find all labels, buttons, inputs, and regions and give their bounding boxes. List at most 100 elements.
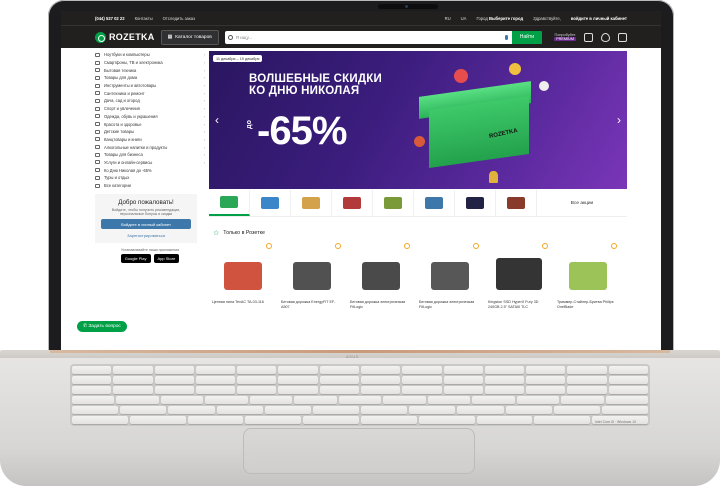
sidebar-item[interactable]: Дача, сад и огород › — [95, 97, 205, 105]
key — [303, 416, 359, 424]
key — [476, 416, 533, 424]
catalog-button[interactable]: ▦ Каталог товаров — [160, 29, 219, 45]
lang-ru[interactable]: RU — [445, 16, 451, 21]
product-image[interactable] — [354, 252, 408, 294]
sidebar-item[interactable]: Все категории — [95, 182, 205, 190]
key — [237, 386, 277, 394]
product-name[interactable]: Kingston SSD HyperX Fury 3D 240GB 2.5" S… — [488, 300, 550, 309]
key — [567, 386, 607, 394]
search-input[interactable]: Я ищу... Найти — [224, 30, 543, 44]
login-link[interactable]: войдите в личный кабинет — [571, 16, 627, 21]
banner-thumbnail[interactable] — [414, 190, 455, 216]
sidebar-item[interactable]: Спорт и увлечения › — [95, 105, 205, 113]
banner-prev-arrow[interactable]: ‹ — [215, 113, 219, 127]
product-image[interactable] — [423, 252, 477, 294]
product-card[interactable]: Цепная пила TexAC TA-03-116 — [209, 241, 277, 316]
product-image[interactable] — [492, 252, 546, 294]
sidebar-item[interactable]: Товары для бизнеса › — [95, 151, 205, 159]
search-icon — [227, 34, 233, 40]
category-icon — [95, 160, 100, 165]
keyboard-row — [72, 386, 648, 394]
sidebar-item[interactable]: Смартфоны, ТВ и электроника › — [95, 59, 205, 67]
sidebar-item-label: Услуги и онлайн-сервисы — [104, 159, 153, 165]
sidebar-item-label: Ноутбуки и компьютеры — [104, 52, 150, 58]
banner-thumbnails: Все акции — [209, 190, 627, 217]
key — [278, 386, 318, 394]
sidebar-item[interactable]: Канцтовары и книги › — [95, 136, 205, 144]
favorite-icon[interactable] — [473, 243, 479, 249]
ask-question-button[interactable]: ✆ Задать вопрос — [77, 321, 127, 332]
category-icon — [95, 75, 100, 80]
city-select[interactable]: Выберите город — [489, 16, 523, 21]
phone-number[interactable]: (044) 537 02 22 — [95, 16, 125, 21]
banner-thumbnail[interactable] — [455, 190, 496, 216]
premium-badge[interactable]: Попробуйте PREMIUM — [554, 33, 576, 41]
key — [409, 406, 456, 414]
app-store-button[interactable]: App Store — [153, 254, 180, 264]
lang-ua[interactable]: UA — [461, 16, 467, 21]
product-card[interactable]: Беговая дорожка электрическая FitLogic — [416, 241, 484, 316]
thumbnail-row — [209, 190, 537, 216]
product-name[interactable]: Беговая дорожка электрическая FitLogic — [350, 300, 412, 309]
sidebar-item[interactable]: Туры и отдых — [95, 174, 205, 182]
favorite-icon[interactable] — [404, 243, 410, 249]
banner-line2: КО ДНЮ НИКОЛАЯ — [249, 85, 360, 97]
sidebar-item-label: Ко Дню Николая до -65% — [104, 167, 152, 173]
key — [457, 406, 504, 414]
register-link[interactable]: Зарегистрироваться — [101, 233, 191, 238]
product-name[interactable]: Триммер-Стайлер-Бритва Philips OneBlade — [557, 300, 619, 309]
product-image[interactable] — [561, 252, 615, 294]
compare-icon[interactable] — [584, 32, 593, 42]
sidebar-item-label: Сантехника и ремонт — [104, 90, 145, 96]
banner-thumbnail[interactable] — [209, 190, 250, 216]
key — [608, 386, 648, 394]
product-image[interactable] — [216, 252, 270, 294]
sidebar-item[interactable]: Детские товары › — [95, 128, 205, 136]
find-button[interactable]: Найти — [511, 30, 543, 44]
product-card[interactable]: Беговая дорожка электрическая FitLogic — [347, 241, 415, 316]
banner-thumbnail[interactable] — [332, 190, 373, 216]
promo-banner[interactable]: 11 декабря – 19 декабря ВОЛШЕБНЫЕ СКИДКИ… — [209, 51, 627, 189]
product-name[interactable]: Беговая дорожка EnergyFIT EF-A507 — [281, 300, 343, 309]
sidebar-item[interactable]: Красота и здоровье › — [95, 120, 205, 128]
track-order-link[interactable]: Отследить заказ — [163, 16, 195, 21]
sidebar-item[interactable]: Ко Дню Николая до -65% — [95, 166, 205, 174]
google-play-button[interactable]: Google Play — [120, 254, 151, 264]
product-card[interactable]: Kingston SSD HyperX Fury 3D 240GB 2.5" S… — [485, 241, 553, 316]
product-image[interactable] — [285, 252, 339, 294]
favorite-icon[interactable] — [542, 243, 548, 249]
sidebar-item[interactable]: Инструменты и автотовары › — [95, 82, 205, 90]
favorite-icon[interactable] — [611, 243, 617, 249]
sidebar-item[interactable]: Услуги и онлайн-сервисы › — [95, 159, 205, 167]
product-name[interactable]: Беговая дорожка электрическая FitLogic — [419, 300, 481, 309]
heart-icon[interactable] — [601, 32, 610, 42]
banner-thumbnail[interactable] — [291, 190, 332, 216]
contacts-link[interactable]: Контакты — [135, 16, 153, 21]
sidebar-item[interactable]: Алкогольные напитки и продукты › — [95, 143, 205, 151]
keyboard-row — [72, 406, 649, 414]
banner-thumbnail[interactable] — [373, 190, 414, 216]
rozetka-logo[interactable]: ROZETKA — [95, 31, 155, 43]
banner-thumbnail[interactable] — [496, 190, 537, 216]
banner-thumbnail[interactable] — [250, 190, 291, 216]
product-card[interactable]: Беговая дорожка EnergyFIT EF-A507 — [278, 241, 346, 316]
key — [278, 366, 318, 374]
all-promotions-link[interactable]: Все акции — [537, 190, 627, 216]
favorite-icon[interactable] — [266, 243, 272, 249]
product-name[interactable]: Цепная пила TexAC TA-03-116 — [212, 300, 274, 305]
login-button[interactable]: Войдите в личный кабинет — [101, 219, 191, 230]
sidebar-item[interactable]: Одежда, обувь и украшения › — [95, 113, 205, 121]
product-card[interactable]: Триммер-Стайлер-Бритва Philips OneBlade — [554, 241, 622, 316]
banner-next-arrow[interactable]: › — [617, 113, 621, 127]
key — [534, 416, 591, 424]
sidebar-item[interactable]: Товары для дома › — [95, 74, 205, 82]
key — [360, 416, 417, 424]
microphone-icon[interactable] — [504, 34, 508, 40]
sidebar-item[interactable]: Бытовая техника › — [95, 66, 205, 74]
favorite-icon[interactable] — [335, 243, 341, 249]
key — [608, 366, 648, 374]
sidebar-item[interactable]: Ноутбуки и компьютеры › — [95, 51, 205, 59]
sidebar-item[interactable]: Сантехника и ремонт › — [95, 89, 205, 97]
cart-icon[interactable] — [618, 32, 627, 42]
key — [72, 416, 128, 424]
